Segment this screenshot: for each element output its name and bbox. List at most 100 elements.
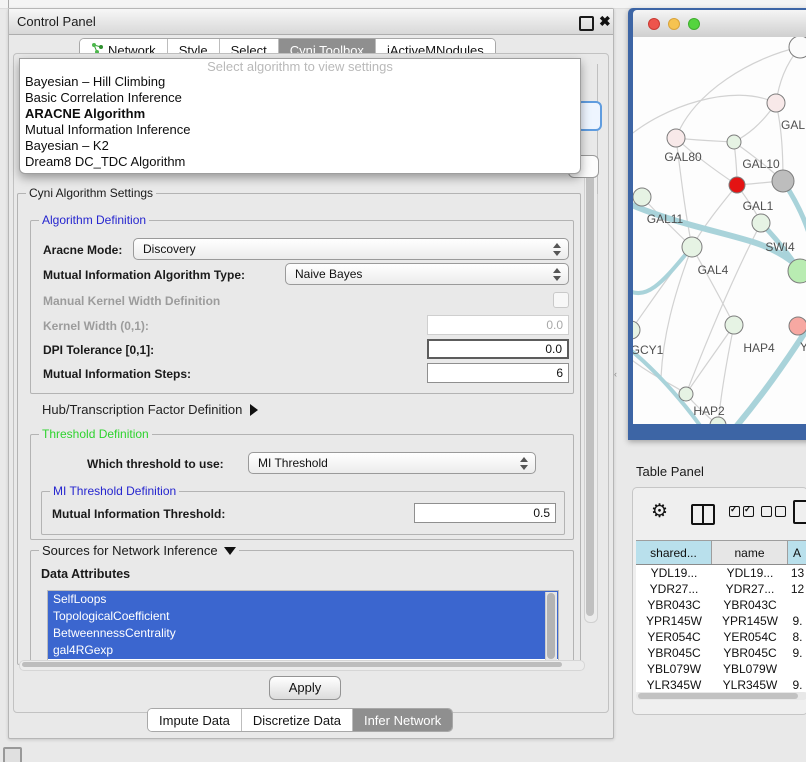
table-row[interactable]: YBR045CYBR045C9.	[636, 645, 806, 661]
close-panel-icon[interactable]: ✖	[599, 13, 611, 30]
table-cell: YDL19...	[712, 565, 788, 581]
aracne-mode-label: Aracne Mode:	[43, 243, 122, 257]
table-row[interactable]: YDL19...YDL19...13	[636, 565, 806, 581]
network-node[interactable]	[789, 317, 806, 335]
network-node-label: GCY1	[633, 343, 664, 357]
gear-icon[interactable]: ⚙	[651, 500, 668, 523]
data-attribute-item[interactable]: TopologicalCoefficient	[48, 608, 558, 625]
network-node[interactable]	[710, 417, 726, 424]
deselect-all-columns-icon[interactable]	[761, 506, 786, 517]
algorithm-option[interactable]: Dream8 DC_TDC Algorithm	[20, 154, 580, 170]
algorithm-option[interactable]: Mutual Information Inference	[20, 122, 580, 138]
table-cell: YPR145W	[636, 613, 712, 629]
network-node[interactable]	[727, 135, 741, 149]
select-all-columns-icon[interactable]	[729, 506, 754, 517]
table-row[interactable]: YPR145WYPR145W9.	[636, 613, 806, 629]
manual-kernel-checkbox[interactable]	[553, 292, 569, 308]
network-canvas[interactable]: GALGAL80GAL10GAL1GAL11GAL4SWI4HAP4YGCY1H…	[633, 37, 806, 424]
new-column-icon[interactable]	[793, 500, 806, 524]
table-row[interactable]: YBR043CYBR043C	[636, 597, 806, 613]
which-threshold-combo[interactable]: MI Threshold	[248, 452, 536, 474]
network-node[interactable]	[725, 316, 743, 334]
network-edge[interactable]	[633, 95, 776, 137]
table-cell: YLR345W	[636, 677, 712, 692]
stepper-icon	[549, 243, 565, 256]
which-threshold-label: Which threshold to use:	[87, 457, 224, 471]
network-node[interactable]	[679, 387, 693, 401]
table-cell	[788, 597, 806, 613]
mi-type-label: Mutual Information Algorithm Type:	[43, 268, 245, 282]
network-node[interactable]	[772, 170, 794, 192]
float-panel-icon[interactable]	[579, 16, 594, 31]
mi-threshold-group-title: MI Threshold Definition	[50, 484, 179, 498]
tab-discretize-data[interactable]: Discretize Data	[242, 709, 353, 731]
table-cell: YBR045C	[636, 645, 712, 661]
network-node[interactable]	[789, 37, 806, 58]
network-node[interactable]	[633, 188, 651, 206]
column-header-name[interactable]: name	[712, 541, 788, 564]
network-node-label: SWI4	[765, 240, 795, 254]
network-node[interactable]	[633, 321, 640, 339]
table-cell: YBR045C	[712, 645, 788, 661]
minimize-window-icon[interactable]	[668, 18, 680, 30]
table-panel-title: Table Panel	[636, 464, 704, 479]
stepper-icon	[549, 268, 565, 281]
algorithm-popup: Select algorithm to view settings Bayesi…	[19, 58, 581, 174]
network-node[interactable]	[767, 94, 785, 112]
table-cell: 9.	[788, 613, 806, 629]
table-row[interactable]: YLR345WYLR345W9.	[636, 677, 806, 692]
network-node-label: GAL10	[742, 157, 780, 171]
split-columns-icon[interactable]	[691, 504, 715, 525]
cyni-settings-group: Cyni Algorithm Settings Algorithm Defini…	[17, 193, 581, 665]
table-row[interactable]: YDR27...YDR27...12	[636, 581, 806, 597]
aracne-mode-combo[interactable]: Discovery	[133, 238, 569, 260]
network-node[interactable]	[682, 237, 702, 257]
algorithm-option[interactable]: Bayesian – K2	[20, 138, 580, 154]
threshold-definition-title: Threshold Definition	[39, 427, 152, 441]
table-row[interactable]: YBL079WYBL079W	[636, 661, 806, 677]
table-row[interactable]: YER054CYER054C8.	[636, 629, 806, 645]
table-horizontal-scrollbar[interactable]	[636, 692, 806, 700]
kernel-width-input[interactable]	[427, 315, 569, 335]
network-window-titlebar	[633, 10, 806, 38]
dpi-tolerance-input[interactable]	[427, 339, 569, 359]
tab-infer-network[interactable]: Infer Network	[353, 709, 452, 731]
mi-type-combo[interactable]: Naive Bayes	[285, 263, 569, 285]
table-cell: YLR345W	[712, 677, 788, 692]
settings-vertical-scrollbar[interactable]	[584, 158, 598, 623]
network-node[interactable]	[667, 129, 685, 147]
close-window-icon[interactable]	[648, 18, 660, 30]
mi-steps-label: Mutual Information Steps:	[43, 367, 191, 381]
network-node-label: GAL1	[743, 199, 774, 213]
attributes-scrollbar[interactable]	[545, 592, 557, 663]
mi-threshold-input[interactable]	[414, 503, 556, 523]
dpi-tolerance-label: DPI Tolerance [0,1]:	[43, 343, 154, 357]
table-cell: YER054C	[712, 629, 788, 645]
algorithm-option[interactable]: Bayesian – Hill Climbing	[20, 74, 580, 90]
table-cell: YBL079W	[712, 661, 788, 677]
table-cell: 12	[788, 581, 806, 597]
network-node-label: GAL	[781, 118, 805, 132]
column-header-shared[interactable]: shared...	[636, 541, 712, 564]
algorithm-option[interactable]: ARACNE Algorithm	[20, 106, 580, 122]
network-node[interactable]	[752, 214, 770, 232]
hub-definition-toggle[interactable]: Hub/Transcription Factor Definition	[42, 402, 258, 417]
column-header-a[interactable]: A	[788, 541, 806, 564]
zoom-window-icon[interactable]	[688, 18, 700, 30]
algorithm-definition-group: Algorithm Definition Aracne Mode: Discov…	[30, 220, 574, 394]
data-attribute-item[interactable]: gal4RGexp	[48, 642, 558, 659]
mi-steps-input[interactable]	[427, 363, 569, 383]
network-node[interactable]	[729, 177, 745, 193]
sources-group-title[interactable]: Sources for Network Inference	[39, 543, 239, 558]
collapsed-panel-icon[interactable]	[3, 747, 22, 762]
algorithm-option[interactable]: Basic Correlation Inference	[20, 90, 580, 106]
data-attribute-item[interactable]: BetweennessCentrality	[48, 625, 558, 642]
tab-impute-data[interactable]: Impute Data	[148, 709, 242, 731]
settings-horizontal-scrollbar[interactable]	[19, 660, 585, 671]
table-cell: YER054C	[636, 629, 712, 645]
stepper-icon	[516, 457, 532, 470]
data-attribute-item[interactable]: SelfLoops	[48, 591, 558, 608]
splitter-handle[interactable]: ‹	[614, 369, 617, 379]
network-edge[interactable]	[692, 247, 734, 325]
apply-button[interactable]: Apply	[269, 676, 341, 700]
